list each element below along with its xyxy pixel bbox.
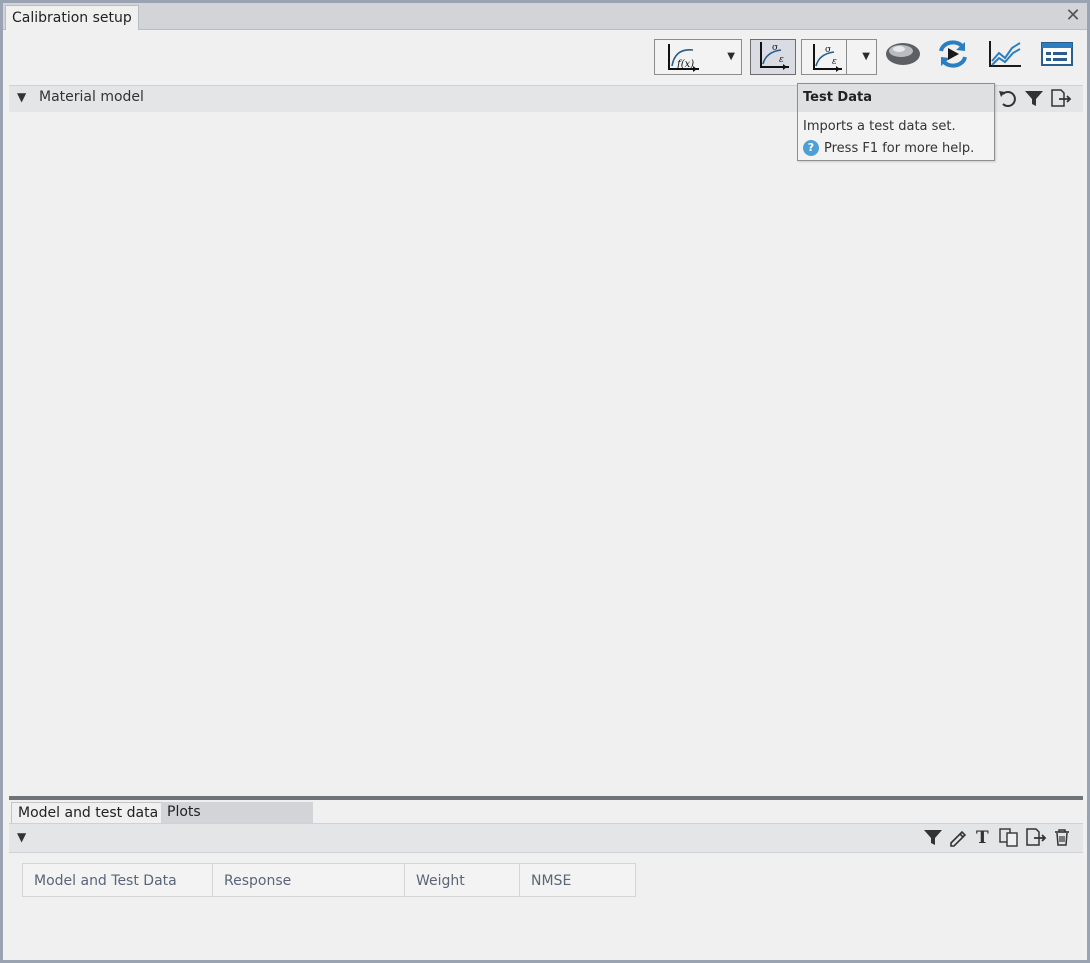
tab-plots[interactable]: Plots [161, 802, 313, 823]
fx-curve-icon: f(x) [663, 42, 703, 76]
edit-pencil-icon[interactable] [947, 827, 969, 851]
test-data-button[interactable]: σ ε [750, 39, 796, 75]
bottom-header-actions: T [922, 827, 1073, 851]
undo-icon[interactable] [997, 88, 1019, 108]
chevron-down-icon[interactable]: ▼ [727, 51, 735, 62]
button-divider [846, 40, 847, 74]
material-blob-icon [884, 40, 922, 72]
tooltip-help-text: Press F1 for more help. [824, 140, 975, 156]
test-data-tooltip: Test Data Imports a test data set. ? Pre… [797, 83, 995, 161]
export-icon[interactable] [1049, 88, 1073, 108]
fx-curve-button[interactable]: f(x) ▼ [654, 39, 742, 75]
window-tab[interactable]: Calibration setup [5, 5, 139, 30]
collapse-caret-icon[interactable]: ▼ [17, 830, 26, 844]
delete-icon[interactable] [1051, 827, 1073, 851]
svg-text:ε: ε [779, 55, 784, 65]
results-table-header: Model and Test Data Response Weight NMSE [22, 863, 636, 897]
test-data-settings-icon: σ ε [808, 42, 844, 76]
tooltip-help: ? Press F1 for more help. [798, 134, 994, 156]
svg-text:ε: ε [832, 57, 837, 67]
toolbar: f(x) ▼ σ ε σ ε ▼ [3, 39, 1087, 79]
window-tab-bar: Calibration setup ✕ [3, 3, 1087, 30]
test-data-icon: σ ε [755, 40, 791, 74]
filter-icon[interactable] [1023, 88, 1045, 108]
text-icon[interactable]: T [972, 827, 994, 851]
chevron-down-icon[interactable]: ▼ [862, 51, 870, 62]
svg-text:T: T [976, 828, 989, 847]
bottom-tabs: Model and test data Plots [9, 800, 1083, 824]
line-chart-icon [987, 39, 1023, 73]
collapse-caret-icon[interactable]: ▼ [17, 90, 26, 104]
panel-window-icon [1040, 40, 1074, 72]
svg-text:σ: σ [772, 43, 778, 53]
material-model-area [9, 112, 1083, 796]
svg-text:f(x): f(x) [676, 59, 694, 70]
tooltip-description: Imports a test data set. [803, 119, 956, 134]
tooltip-title: Test Data [798, 84, 994, 112]
help-icon: ? [803, 140, 819, 156]
run-refresh-button[interactable] [933, 39, 973, 73]
bottom-section-header[interactable]: ▼ T [9, 823, 1083, 853]
column-header[interactable]: NMSE [519, 863, 636, 897]
copy-icon[interactable] [997, 827, 1021, 851]
close-icon[interactable]: ✕ [1063, 6, 1083, 26]
calibration-window: Calibration setup ✕ f(x) ▼ σ ε σ ε ▼ ▼ M… [0, 0, 1090, 963]
svg-text:σ: σ [825, 45, 831, 55]
export-icon[interactable] [1024, 827, 1048, 851]
column-header[interactable]: Response [212, 863, 405, 897]
tab-model-and-test-data[interactable]: Model and test data [11, 802, 166, 824]
material-model-title: Material model [39, 89, 144, 105]
panel-window-button[interactable] [1037, 39, 1077, 73]
line-chart-button[interactable] [985, 39, 1025, 73]
column-header[interactable]: Model and Test Data [22, 863, 213, 897]
test-data-settings-button[interactable]: σ ε ▼ [801, 39, 877, 75]
column-header[interactable]: Weight [404, 863, 520, 897]
run-refresh-icon [935, 39, 971, 73]
filter-icon[interactable] [922, 827, 944, 851]
material-blob-button[interactable] [883, 39, 923, 73]
material-header-actions [997, 88, 1073, 108]
